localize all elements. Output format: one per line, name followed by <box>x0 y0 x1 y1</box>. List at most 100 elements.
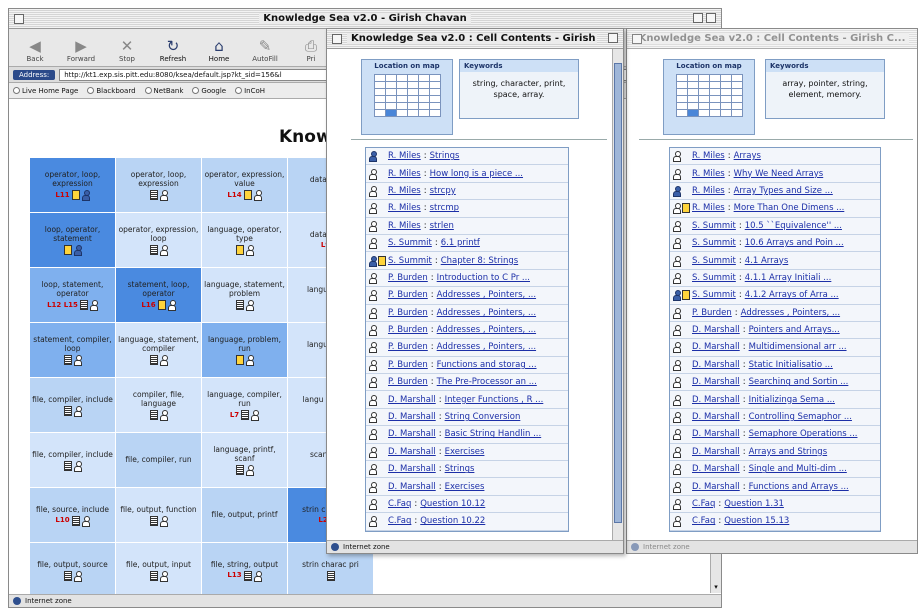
person-icon[interactable] <box>369 255 377 267</box>
document-icon[interactable] <box>79 300 88 310</box>
map-cell[interactable]: operator, loop, expression <box>116 158 201 212</box>
person-icon[interactable] <box>369 412 377 424</box>
favorite-link[interactable]: Live Home Page <box>13 87 78 95</box>
document-icon[interactable] <box>149 245 158 255</box>
person-icon[interactable] <box>159 570 168 582</box>
person-icon[interactable] <box>673 359 681 371</box>
person-icon[interactable] <box>73 245 82 256</box>
toolbar-pri-button[interactable]: ⎙ Pri <box>291 37 331 63</box>
resource-title-link[interactable]: Addresses , Pointers, ... <box>437 290 536 300</box>
resource-title-link[interactable]: Addresses , Pointers, ... <box>741 308 840 318</box>
document-icon[interactable] <box>243 190 252 200</box>
resource-title-link[interactable]: Chapter 8: Strings <box>441 256 518 266</box>
author-link[interactable]: C.Faq <box>692 516 715 526</box>
author-link[interactable]: P. Burden <box>388 308 428 318</box>
document-icon[interactable] <box>241 410 250 420</box>
author-link[interactable]: P. Burden <box>388 273 428 283</box>
resource-title-link[interactable]: Addresses , Pointers, ... <box>437 325 536 335</box>
person-icon[interactable] <box>159 355 168 366</box>
person-icon[interactable] <box>673 342 681 354</box>
person-icon[interactable] <box>245 300 254 311</box>
close-box-icon[interactable] <box>632 33 642 44</box>
map-cell[interactable]: file, output, source <box>30 543 115 597</box>
author-link[interactable]: P. Burden <box>388 290 428 300</box>
person-icon[interactable] <box>369 272 377 284</box>
document-icon[interactable] <box>682 203 690 214</box>
resource-title-link[interactable]: Functions and Arrays ... <box>749 482 849 492</box>
map-cell[interactable]: loop, statement, operator L12 L15 <box>30 268 115 322</box>
resource-title-link[interactable]: Question 10.12 <box>420 499 485 509</box>
person-icon[interactable] <box>673 481 681 493</box>
toolbar-home-button[interactable]: ⌂ Home <box>199 37 239 63</box>
person-icon[interactable] <box>673 220 681 232</box>
map-cell[interactable]: language, operator, type <box>202 213 287 267</box>
map-cell[interactable]: file, compiler, run <box>116 433 201 487</box>
author-link[interactable]: D. Marshall <box>388 464 436 474</box>
person-icon[interactable] <box>673 412 681 424</box>
document-icon[interactable] <box>63 460 72 471</box>
person-icon[interactable] <box>673 238 681 250</box>
author-link[interactable]: P. Burden <box>388 360 428 370</box>
person-icon[interactable] <box>369 185 377 197</box>
person-icon[interactable] <box>369 203 377 215</box>
resource-title-link[interactable]: Strings <box>445 464 475 474</box>
resource-title-link[interactable]: More Than One Dimens ... <box>734 203 845 213</box>
resource-title-link[interactable]: Searching and Sortin ... <box>749 377 849 387</box>
person-icon[interactable] <box>369 290 377 302</box>
author-link[interactable]: S. Summit <box>692 221 736 231</box>
resource-title-link[interactable]: 10.5 ``Equivalence'' ... <box>745 221 842 231</box>
resource-title-link[interactable]: 4.1.2 Arrays of Arra ... <box>745 290 839 300</box>
person-icon[interactable] <box>369 325 377 337</box>
person-icon[interactable] <box>673 272 681 284</box>
map-cell[interactable]: operator, expression, loop <box>116 213 201 267</box>
main-title-bar[interactable]: Knowledge Sea v2.0 - Girish Chavan <box>9 9 721 29</box>
resource-title-link[interactable]: Exercises <box>445 482 485 492</box>
author-link[interactable]: S. Summit <box>388 256 432 266</box>
resource-title-link[interactable]: Arrays and Strings <box>749 447 828 457</box>
map-cell[interactable]: language, problem, run <box>202 323 287 377</box>
close-box-icon[interactable] <box>14 13 24 24</box>
favorite-link[interactable]: Google <box>192 87 226 95</box>
map-cell[interactable]: language, compiler, run L7 <box>202 378 287 432</box>
author-link[interactable]: D. Marshall <box>692 447 740 457</box>
person-icon[interactable] <box>253 570 262 582</box>
person-icon[interactable] <box>369 220 377 232</box>
document-icon[interactable] <box>235 355 244 365</box>
document-icon[interactable] <box>235 465 244 475</box>
resource-title-link[interactable]: Question 10.22 <box>420 516 485 526</box>
favorite-link[interactable]: InCoH <box>235 87 265 95</box>
resource-title-link[interactable]: Array Types and Size ... <box>734 186 833 196</box>
author-link[interactable]: D. Marshall <box>388 429 436 439</box>
resource-title-link[interactable]: Integer Functions , R ... <box>445 395 544 405</box>
person-icon[interactable] <box>369 238 377 250</box>
document-icon[interactable] <box>149 410 158 420</box>
author-link[interactable]: D. Marshall <box>692 360 740 370</box>
document-icon[interactable] <box>149 355 158 365</box>
document-icon[interactable] <box>63 245 72 255</box>
person-icon[interactable] <box>673 394 681 406</box>
person-icon[interactable] <box>369 342 377 354</box>
toolbar-forward-button[interactable]: ▶ Forward <box>61 37 101 63</box>
resource-title-link[interactable]: Basic String Handlin ... <box>445 429 542 439</box>
author-link[interactable]: C.Faq <box>388 499 411 509</box>
map-cell[interactable]: file, string, output L13 <box>202 543 287 597</box>
author-link[interactable]: P. Burden <box>388 325 428 335</box>
document-icon[interactable] <box>63 570 72 581</box>
person-icon[interactable] <box>159 190 168 201</box>
map-cell[interactable]: language, printf, scanf <box>202 433 287 487</box>
resource-title-link[interactable]: Multidimensional arr ... <box>749 342 847 352</box>
person-icon[interactable] <box>73 355 82 366</box>
author-link[interactable]: P. Burden <box>692 308 732 318</box>
person-icon[interactable] <box>159 515 168 527</box>
document-icon[interactable] <box>63 405 72 416</box>
popup1-title-bar[interactable]: Knowledge Sea v2.0 : Cell Contents - Gir… <box>327 29 623 49</box>
person-icon[interactable] <box>673 290 681 302</box>
author-link[interactable]: C.Faq <box>388 516 411 526</box>
document-icon[interactable] <box>149 515 158 526</box>
person-icon[interactable] <box>73 405 82 417</box>
document-icon[interactable] <box>682 290 690 301</box>
document-icon[interactable] <box>71 190 80 200</box>
author-link[interactable]: D. Marshall <box>692 325 740 335</box>
person-icon[interactable] <box>369 359 377 371</box>
document-icon[interactable] <box>235 245 244 255</box>
